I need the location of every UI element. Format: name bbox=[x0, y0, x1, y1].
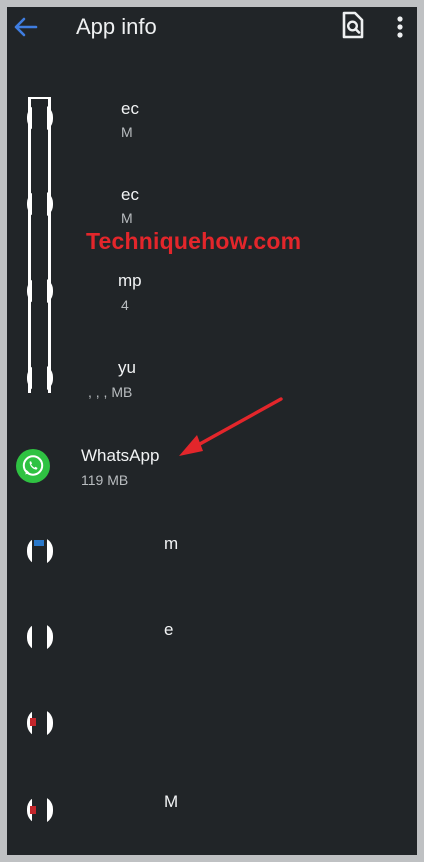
annotation-arrow bbox=[179, 397, 283, 456]
watermark-text: Techniquehow.com bbox=[86, 228, 302, 254]
